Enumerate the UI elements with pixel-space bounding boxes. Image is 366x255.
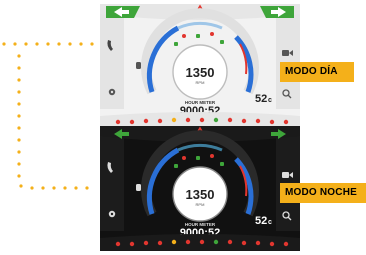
temperature-value: 52 (255, 215, 267, 227)
temperature-unit: c (268, 97, 272, 104)
day-mode-label: MODO DÍA (280, 62, 354, 82)
night-mode-dashboard: 1350 RPM HOUR METER 9000:52 52 c (100, 126, 300, 251)
hand-icon[interactable] (136, 62, 141, 69)
hand-icon[interactable] (136, 184, 141, 191)
day-mode-dashboard: 1350 RPM HOUR METER 9000:52 52 c (100, 4, 300, 129)
rpm-value: 1350 (186, 65, 215, 80)
rpm-value: 1350 (186, 187, 215, 202)
temperature-value: 52 (255, 93, 267, 105)
rpm-unit: RPM (196, 202, 205, 207)
connector-dots (2, 42, 94, 190)
temperature-unit: c (268, 219, 272, 226)
gear-icon[interactable] (108, 88, 116, 96)
left-turn-arrow-icon (106, 6, 140, 18)
rpm-unit: RPM (196, 80, 205, 85)
night-mode-label: MODO NOCHE (280, 183, 366, 203)
right-turn-arrow-icon (260, 6, 294, 18)
gear-icon[interactable] (108, 210, 116, 218)
